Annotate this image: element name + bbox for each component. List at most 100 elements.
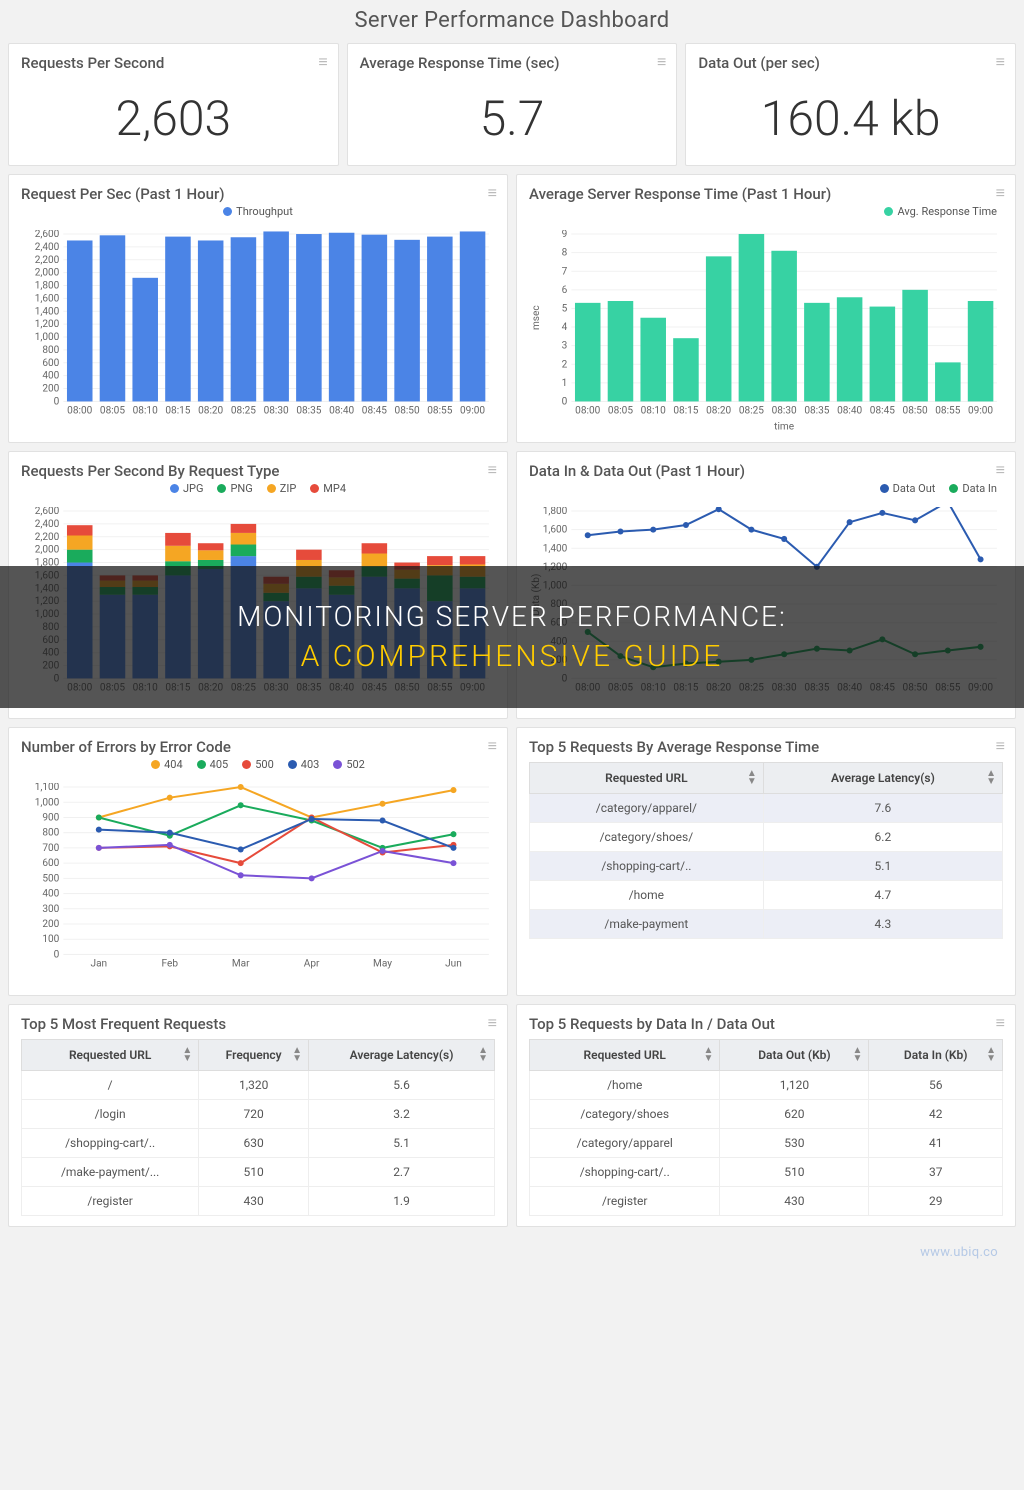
svg-text:08:05: 08:05 bbox=[100, 406, 125, 417]
kpi-card-rps: Requests Per Second ≡ 2,603 bbox=[8, 43, 339, 166]
menu-icon[interactable]: ≡ bbox=[996, 54, 1005, 70]
watermark: www.ubiq.co bbox=[0, 1243, 1024, 1270]
column-header[interactable]: Data Out (Kb)▲▼ bbox=[720, 1040, 869, 1071]
svg-text:900: 900 bbox=[42, 813, 59, 824]
svg-text:1,000: 1,000 bbox=[35, 332, 60, 343]
table-cell: /shopping-cart/.. bbox=[22, 1129, 199, 1158]
table-cell: /shopping-cart/.. bbox=[530, 852, 764, 881]
chart-title: Average Server Response Time (Past 1 Hou… bbox=[529, 185, 1003, 203]
menu-icon[interactable]: ≡ bbox=[657, 54, 666, 70]
menu-icon[interactable]: ≡ bbox=[488, 185, 497, 201]
sort-icon[interactable]: ▲▼ bbox=[986, 1047, 996, 1063]
menu-icon[interactable]: ≡ bbox=[318, 54, 327, 70]
chart-canvas: 01002003004005006007008009001,0001,100Ja… bbox=[21, 783, 495, 985]
svg-text:200: 200 bbox=[42, 919, 59, 930]
chart-card-avg-response: Average Server Response Time (Past 1 Hou… bbox=[516, 174, 1016, 443]
svg-text:3: 3 bbox=[562, 341, 568, 352]
svg-text:1,800: 1,800 bbox=[35, 281, 60, 292]
sort-icon[interactable]: ▲▼ bbox=[704, 1047, 714, 1063]
legend-item: 502 bbox=[333, 758, 365, 771]
table-cell: 720 bbox=[199, 1100, 309, 1129]
data-table: Requested URL▲▼Frequency▲▼Average Latenc… bbox=[21, 1039, 495, 1216]
column-header[interactable]: Average Latency(s)▲▼ bbox=[309, 1040, 495, 1071]
menu-icon[interactable]: ≡ bbox=[488, 462, 497, 478]
svg-text:08:50: 08:50 bbox=[395, 406, 420, 417]
table-cell: 620 bbox=[720, 1100, 869, 1129]
table-cell: /category/shoes/ bbox=[530, 823, 764, 852]
table-cell: 3.2 bbox=[309, 1100, 495, 1129]
menu-icon[interactable]: ≡ bbox=[996, 738, 1005, 754]
column-header[interactable]: Requested URL▲▼ bbox=[530, 1040, 720, 1071]
menu-icon[interactable]: ≡ bbox=[996, 1015, 1005, 1031]
table-cell: /make-payment bbox=[530, 910, 764, 939]
table-cell: 4.3 bbox=[763, 910, 1002, 939]
column-header[interactable]: Requested URL▲▼ bbox=[530, 763, 764, 794]
menu-icon[interactable]: ≡ bbox=[996, 462, 1005, 478]
table-cell: 1,120 bbox=[720, 1071, 869, 1100]
svg-text:1,600: 1,600 bbox=[35, 293, 60, 304]
sort-icon[interactable]: ▲▼ bbox=[747, 770, 757, 786]
menu-icon[interactable]: ≡ bbox=[996, 185, 1005, 201]
table-cell: /shopping-cart/.. bbox=[530, 1158, 720, 1187]
table-cell: 42 bbox=[869, 1100, 1003, 1129]
svg-text:2,600: 2,600 bbox=[35, 230, 60, 240]
chart-title: Number of Errors by Error Code bbox=[21, 738, 495, 756]
table-cell: /home bbox=[530, 1071, 720, 1100]
svg-text:6: 6 bbox=[562, 285, 568, 296]
legend-item: MP4 bbox=[310, 482, 346, 495]
svg-text:08:55: 08:55 bbox=[935, 406, 960, 417]
table-row: /home1,12056 bbox=[530, 1071, 1003, 1100]
table-row: /category/apparel/7.6 bbox=[530, 794, 1003, 823]
menu-icon[interactable]: ≡ bbox=[488, 1015, 497, 1031]
svg-text:7: 7 bbox=[562, 266, 568, 277]
legend-item: ZIP bbox=[267, 482, 297, 495]
svg-text:400: 400 bbox=[42, 889, 59, 900]
sort-icon[interactable]: ▲▼ bbox=[986, 770, 996, 786]
legend-item: PNG bbox=[217, 482, 252, 495]
sort-icon[interactable]: ▲▼ bbox=[478, 1047, 488, 1063]
column-header[interactable]: Average Latency(s)▲▼ bbox=[763, 763, 1002, 794]
chart-legend: Throughput bbox=[21, 203, 495, 224]
legend-item: Data In bbox=[949, 482, 997, 495]
svg-text:2,400: 2,400 bbox=[35, 519, 60, 530]
svg-text:09:00: 09:00 bbox=[460, 406, 485, 417]
table-cell: 56 bbox=[869, 1071, 1003, 1100]
svg-text:time: time bbox=[774, 422, 794, 432]
table-title: Top 5 Most Frequent Requests bbox=[21, 1015, 495, 1033]
table-row: /shopping-cart/..6305.1 bbox=[22, 1129, 495, 1158]
table-cell: 5.6 bbox=[309, 1071, 495, 1100]
table-cell: 1,320 bbox=[199, 1071, 309, 1100]
svg-text:2,400: 2,400 bbox=[35, 242, 60, 253]
svg-text:msec: msec bbox=[531, 305, 542, 330]
svg-text:1,600: 1,600 bbox=[543, 524, 568, 535]
svg-text:Feb: Feb bbox=[162, 959, 179, 970]
chart-card-errors: Number of Errors by Error Code ≡ 4044055… bbox=[8, 727, 508, 996]
table-row: /shopping-cart/..51037 bbox=[530, 1158, 1003, 1187]
svg-text:2: 2 bbox=[562, 359, 568, 370]
table-cell: 5.1 bbox=[309, 1129, 495, 1158]
table-row: /category/shoes/6.2 bbox=[530, 823, 1003, 852]
column-header[interactable]: Frequency▲▼ bbox=[199, 1040, 309, 1071]
table-cell: 1.9 bbox=[309, 1187, 495, 1216]
table-cell: /register bbox=[22, 1187, 199, 1216]
table-title: Top 5 Requests By Average Response Time bbox=[529, 738, 1003, 756]
svg-text:Jun: Jun bbox=[445, 959, 462, 970]
svg-text:08:35: 08:35 bbox=[804, 406, 829, 417]
table-row: /make-payment4.3 bbox=[530, 910, 1003, 939]
svg-text:1,100: 1,100 bbox=[35, 783, 60, 793]
menu-icon[interactable]: ≡ bbox=[488, 738, 497, 754]
column-header[interactable]: Data In (Kb)▲▼ bbox=[869, 1040, 1003, 1071]
svg-text:400: 400 bbox=[42, 371, 59, 382]
svg-text:2,000: 2,000 bbox=[35, 268, 60, 279]
table-cell: 430 bbox=[199, 1187, 309, 1216]
sort-icon[interactable]: ▲▼ bbox=[292, 1047, 302, 1063]
svg-text:2,200: 2,200 bbox=[35, 255, 60, 266]
svg-text:200: 200 bbox=[42, 384, 59, 395]
sort-icon[interactable]: ▲▼ bbox=[853, 1047, 863, 1063]
svg-text:08:45: 08:45 bbox=[362, 406, 387, 417]
chart-legend: JPGPNGZIPMP4 bbox=[21, 480, 495, 501]
column-header[interactable]: Requested URL▲▼ bbox=[22, 1040, 199, 1071]
svg-text:08:55: 08:55 bbox=[427, 406, 452, 417]
sort-icon[interactable]: ▲▼ bbox=[182, 1047, 192, 1063]
chart-title: Data In & Data Out (Past 1 Hour) bbox=[529, 462, 1003, 480]
